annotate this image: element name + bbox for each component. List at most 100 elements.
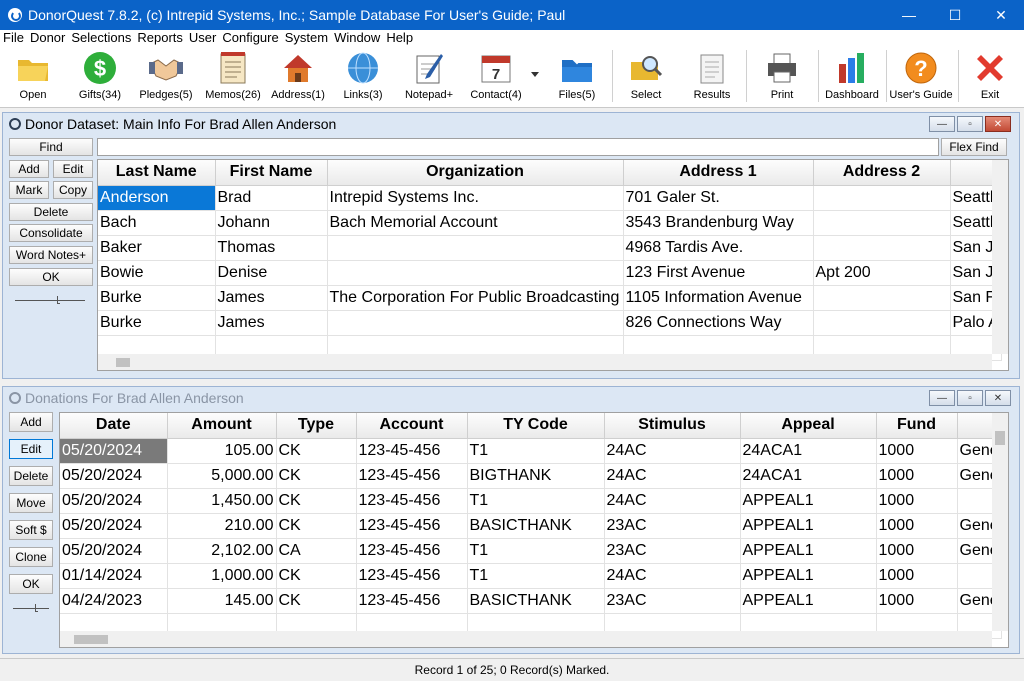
cell[interactable]: 04/24/2023 <box>60 588 168 614</box>
slider-knob[interactable] <box>35 604 38 612</box>
cell[interactable]: 05/20/2024 <box>60 488 168 514</box>
cell[interactable]: 123-45-456 <box>356 488 468 514</box>
cell[interactable]: 24AC <box>604 463 741 489</box>
cell[interactable]: 123-45-456 <box>356 463 468 489</box>
cell[interactable]: 145.00 <box>167 588 277 614</box>
maximize-button[interactable]: ☐ <box>932 0 978 30</box>
table-row[interactable]: Burke James 826 Connections Way Palo A <box>98 310 1002 336</box>
table-row[interactable]: Baker Thomas 4968 Tardis Ave. San J <box>98 235 1002 261</box>
find-input[interactable] <box>97 138 939 156</box>
column-header[interactable]: Organization <box>327 160 624 186</box>
cell[interactable]: 1000 <box>876 463 958 489</box>
pledges-button[interactable]: Pledges(5) <box>136 46 196 106</box>
cell[interactable]: 123-45-456 <box>356 513 468 539</box>
cell[interactable]: 1,450.00 <box>167 488 277 514</box>
cell[interactable]: 826 Connections Way <box>623 310 814 336</box>
open-button[interactable]: Open <box>8 46 58 106</box>
table-row[interactable]: Bowie Denise 123 First Avenue Apt 200 San J <box>98 260 1002 286</box>
panel-minimize-button[interactable]: — <box>929 390 955 406</box>
cell[interactable]: 24ACA1 <box>740 463 877 489</box>
notepad-button[interactable]: Notepad+ <box>400 46 458 106</box>
cell[interactable]: Johann <box>215 210 328 236</box>
cell[interactable]: Anderson <box>98 185 216 211</box>
select-button[interactable]: Select <box>618 46 674 106</box>
column-header[interactable]: Address 2 <box>813 160 951 186</box>
cell[interactable] <box>813 185 951 211</box>
cell[interactable]: 123-45-456 <box>356 538 468 564</box>
print-button[interactable]: Print <box>754 46 810 106</box>
cell[interactable]: APPEAL1 <box>740 563 877 589</box>
clone-gift-button[interactable]: Clone <box>9 547 53 567</box>
copy-button[interactable]: Copy <box>53 181 93 199</box>
donations-row-height-slider[interactable] <box>13 604 49 614</box>
cell[interactable] <box>327 310 624 336</box>
ok-gift-button[interactable]: OK <box>9 574 53 594</box>
vertical-scrollbar[interactable] <box>992 160 1008 354</box>
cell[interactable]: APPEAL1 <box>740 588 877 614</box>
table-row[interactable]: Bach Johann Bach Memorial Account 3543 Bran… <box>98 210 1002 236</box>
table-row[interactable]: Burke James The Corporation For Public Bro… <box>98 285 1002 311</box>
cell[interactable]: 1105 Information Avenue <box>623 285 814 311</box>
menu-reports[interactable]: Reports <box>134 30 186 46</box>
cell[interactable]: 05/20/2024 <box>60 513 168 539</box>
cell[interactable]: 5,000.00 <box>167 463 277 489</box>
cell[interactable]: 24AC <box>604 488 741 514</box>
cell[interactable]: 123-45-456 <box>356 563 468 589</box>
cell[interactable]: 05/20/2024 <box>60 538 168 564</box>
menu-system[interactable]: System <box>282 30 331 46</box>
cell[interactable]: CK <box>276 513 357 539</box>
cell[interactable] <box>813 285 951 311</box>
edit-donor-button[interactable]: Edit <box>53 160 93 178</box>
table-row[interactable]: Anderson Brad Intrepid Systems Inc. 701 Gal… <box>98 185 1002 211</box>
cell[interactable]: 210.00 <box>167 513 277 539</box>
cell[interactable] <box>327 235 624 261</box>
vertical-scrollbar[interactable] <box>992 413 1008 631</box>
column-header[interactable]: Type <box>276 413 357 439</box>
table-row[interactable]: 05/20/2024 1,450.00 CK 123-45-456 T1 24AC APPE… <box>60 488 1002 514</box>
column-header[interactable]: Account <box>356 413 468 439</box>
cell[interactable] <box>327 260 624 286</box>
minimize-button[interactable]: — <box>886 0 932 30</box>
cell[interactable]: Bach <box>98 210 216 236</box>
add-gift-button[interactable]: Add <box>9 412 53 432</box>
cell[interactable]: The Corporation For Public Broadcasting <box>327 285 624 311</box>
cell[interactable]: 123 First Avenue <box>623 260 814 286</box>
add-donor-button[interactable]: Add <box>9 160 49 178</box>
cell[interactable] <box>813 210 951 236</box>
table-row[interactable]: 05/20/2024 2,102.00 CA 123-45-456 T1 23AC APPE… <box>60 538 1002 564</box>
cell[interactable]: Baker <box>98 235 216 261</box>
cell[interactable]: CK <box>276 588 357 614</box>
cell[interactable]: 23AC <box>604 588 741 614</box>
panel-restore-button[interactable]: ▫ <box>957 116 983 132</box>
cell[interactable]: T1 <box>467 563 605 589</box>
cell[interactable]: 05/20/2024 <box>60 438 168 464</box>
contact-dropdown-button[interactable] <box>528 46 542 106</box>
panel-restore-button[interactable]: ▫ <box>957 390 983 406</box>
cell[interactable]: James <box>215 310 328 336</box>
cell[interactable]: 123-45-456 <box>356 438 468 464</box>
column-header[interactable]: Fund <box>876 413 958 439</box>
cell[interactable]: 1000 <box>876 513 958 539</box>
table-row[interactable]: 01/14/2024 1,000.00 CK 123-45-456 T1 24AC APPE… <box>60 563 1002 589</box>
results-button[interactable]: Results <box>684 46 740 106</box>
cell[interactable]: CK <box>276 488 357 514</box>
column-header[interactable]: First Name <box>215 160 328 186</box>
menu-selections[interactable]: Selections <box>68 30 134 46</box>
cell[interactable]: T1 <box>467 438 605 464</box>
menu-file[interactable]: File <box>0 30 27 46</box>
cell[interactable]: 1,000.00 <box>167 563 277 589</box>
menu-window[interactable]: Window <box>331 30 383 46</box>
cell[interactable]: Denise <box>215 260 328 286</box>
cell[interactable] <box>813 310 951 336</box>
soft-credit-button[interactable]: Soft $ <box>9 520 53 540</box>
dashboard-button[interactable]: Dashboard <box>822 46 882 106</box>
move-gift-button[interactable]: Move <box>9 493 53 513</box>
column-header[interactable]: Stimulus <box>604 413 741 439</box>
cell[interactable]: APPEAL1 <box>740 513 877 539</box>
menu-donor[interactable]: Donor <box>27 30 68 46</box>
horizontal-scrollbar[interactable] <box>60 631 992 647</box>
table-row[interactable]: 05/20/2024 105.00 CK 123-45-456 T1 24AC 24ACA1… <box>60 438 1002 464</box>
cell[interactable]: Bach Memorial Account <box>327 210 624 236</box>
exit-button[interactable]: Exit <box>964 46 1016 106</box>
cell[interactable]: 24AC <box>604 563 741 589</box>
